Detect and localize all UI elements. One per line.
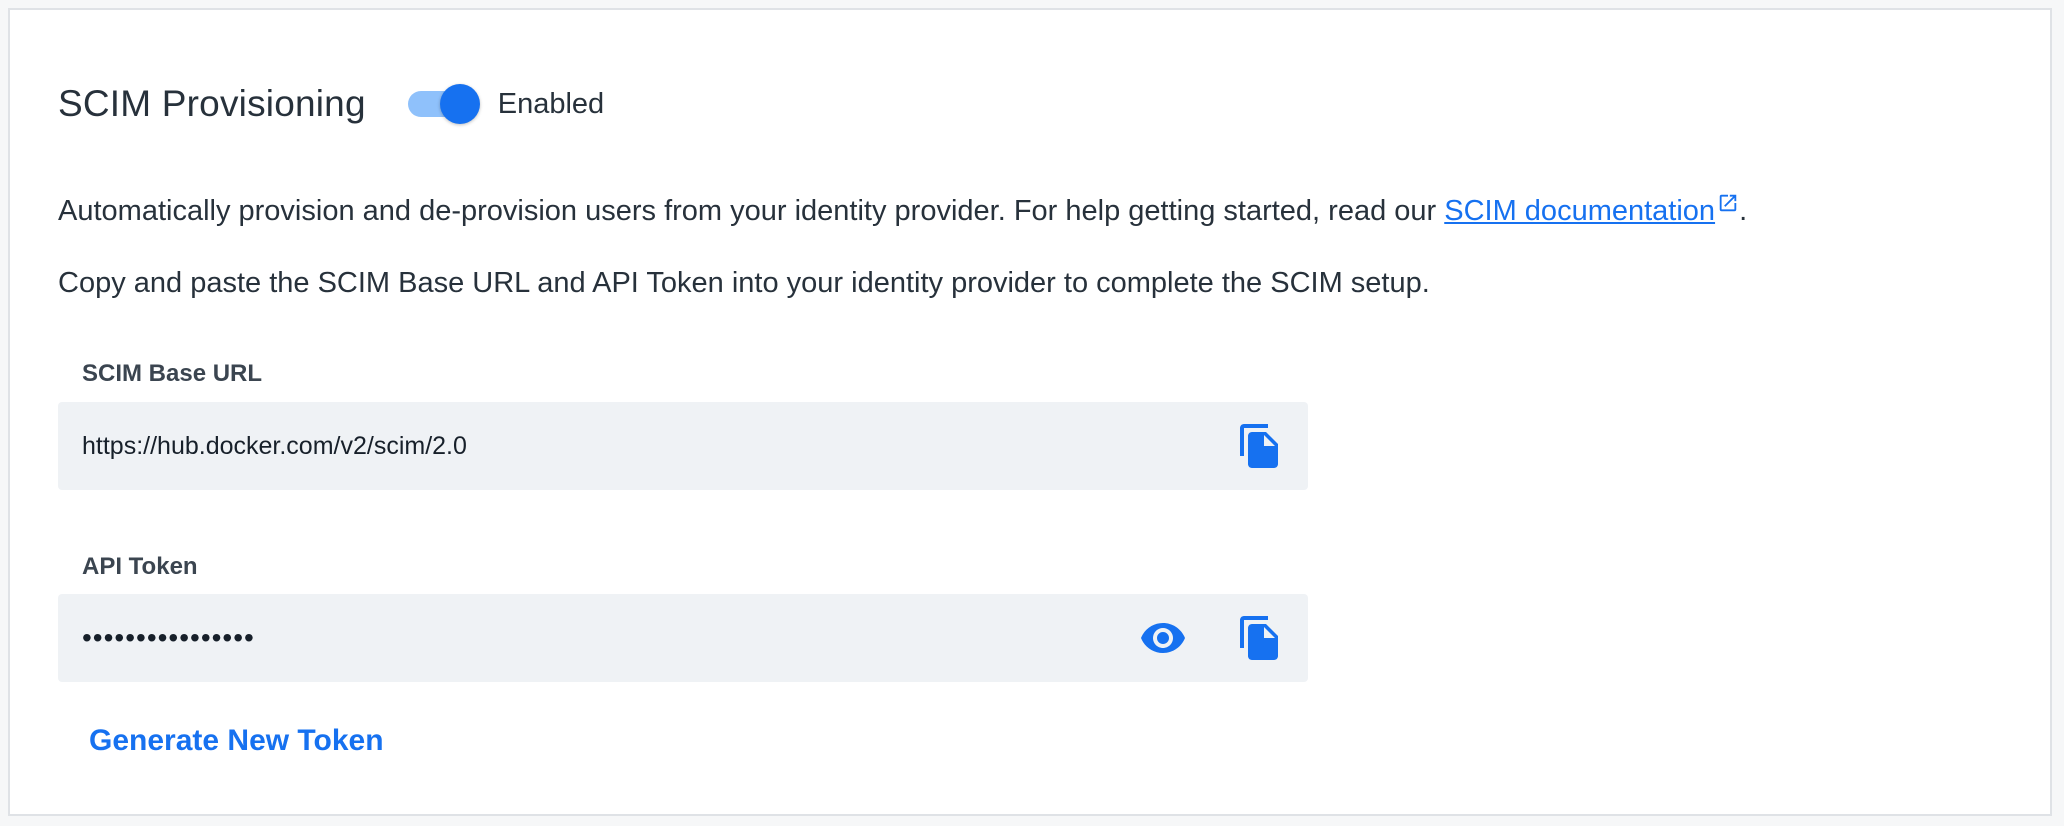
reveal-token-button[interactable] xyxy=(1139,614,1187,662)
description-text: Automatically provision and de-provision… xyxy=(58,195,1445,227)
description-period: . xyxy=(1739,195,1748,227)
generate-new-token-button[interactable]: Generate New Token xyxy=(89,724,384,758)
scim-documentation-link-label: SCIM documentation xyxy=(1444,195,1716,227)
copy-base-url-button[interactable] xyxy=(1236,422,1284,470)
copy-icon xyxy=(1240,616,1278,660)
base-url-label: SCIM Base URL xyxy=(82,360,263,387)
base-url-field: https://hub.docker.com/v2/scim/2.0 xyxy=(58,402,1308,490)
scim-documentation-link[interactable]: SCIM documentation xyxy=(1444,194,1739,227)
toggle-status-label: Enabled xyxy=(497,87,605,120)
base-url-value[interactable]: https://hub.docker.com/v2/scim/2.0 xyxy=(82,402,467,490)
copy-icon xyxy=(1240,424,1278,468)
section-title: SCIM Provisioning xyxy=(58,83,366,124)
toggle-knob xyxy=(439,84,480,124)
scim-settings-card: SCIM Provisioning Enabled Automatically … xyxy=(8,8,2052,816)
description-paragraph: Automatically provision and de-provision… xyxy=(58,192,1747,228)
scim-enabled-toggle[interactable] xyxy=(406,84,480,124)
copy-api-token-button[interactable] xyxy=(1236,614,1284,662)
api-token-label: API Token xyxy=(82,553,198,580)
section-header: SCIM Provisioning Enabled xyxy=(58,68,604,140)
eye-icon xyxy=(1141,623,1185,653)
external-link-icon xyxy=(1719,194,1737,212)
api-token-value[interactable]: •••••••••••••••• xyxy=(82,594,255,682)
setup-instructions: Copy and paste the SCIM Base URL and API… xyxy=(58,267,1430,299)
api-token-field: •••••••••••••••• xyxy=(58,594,1308,682)
